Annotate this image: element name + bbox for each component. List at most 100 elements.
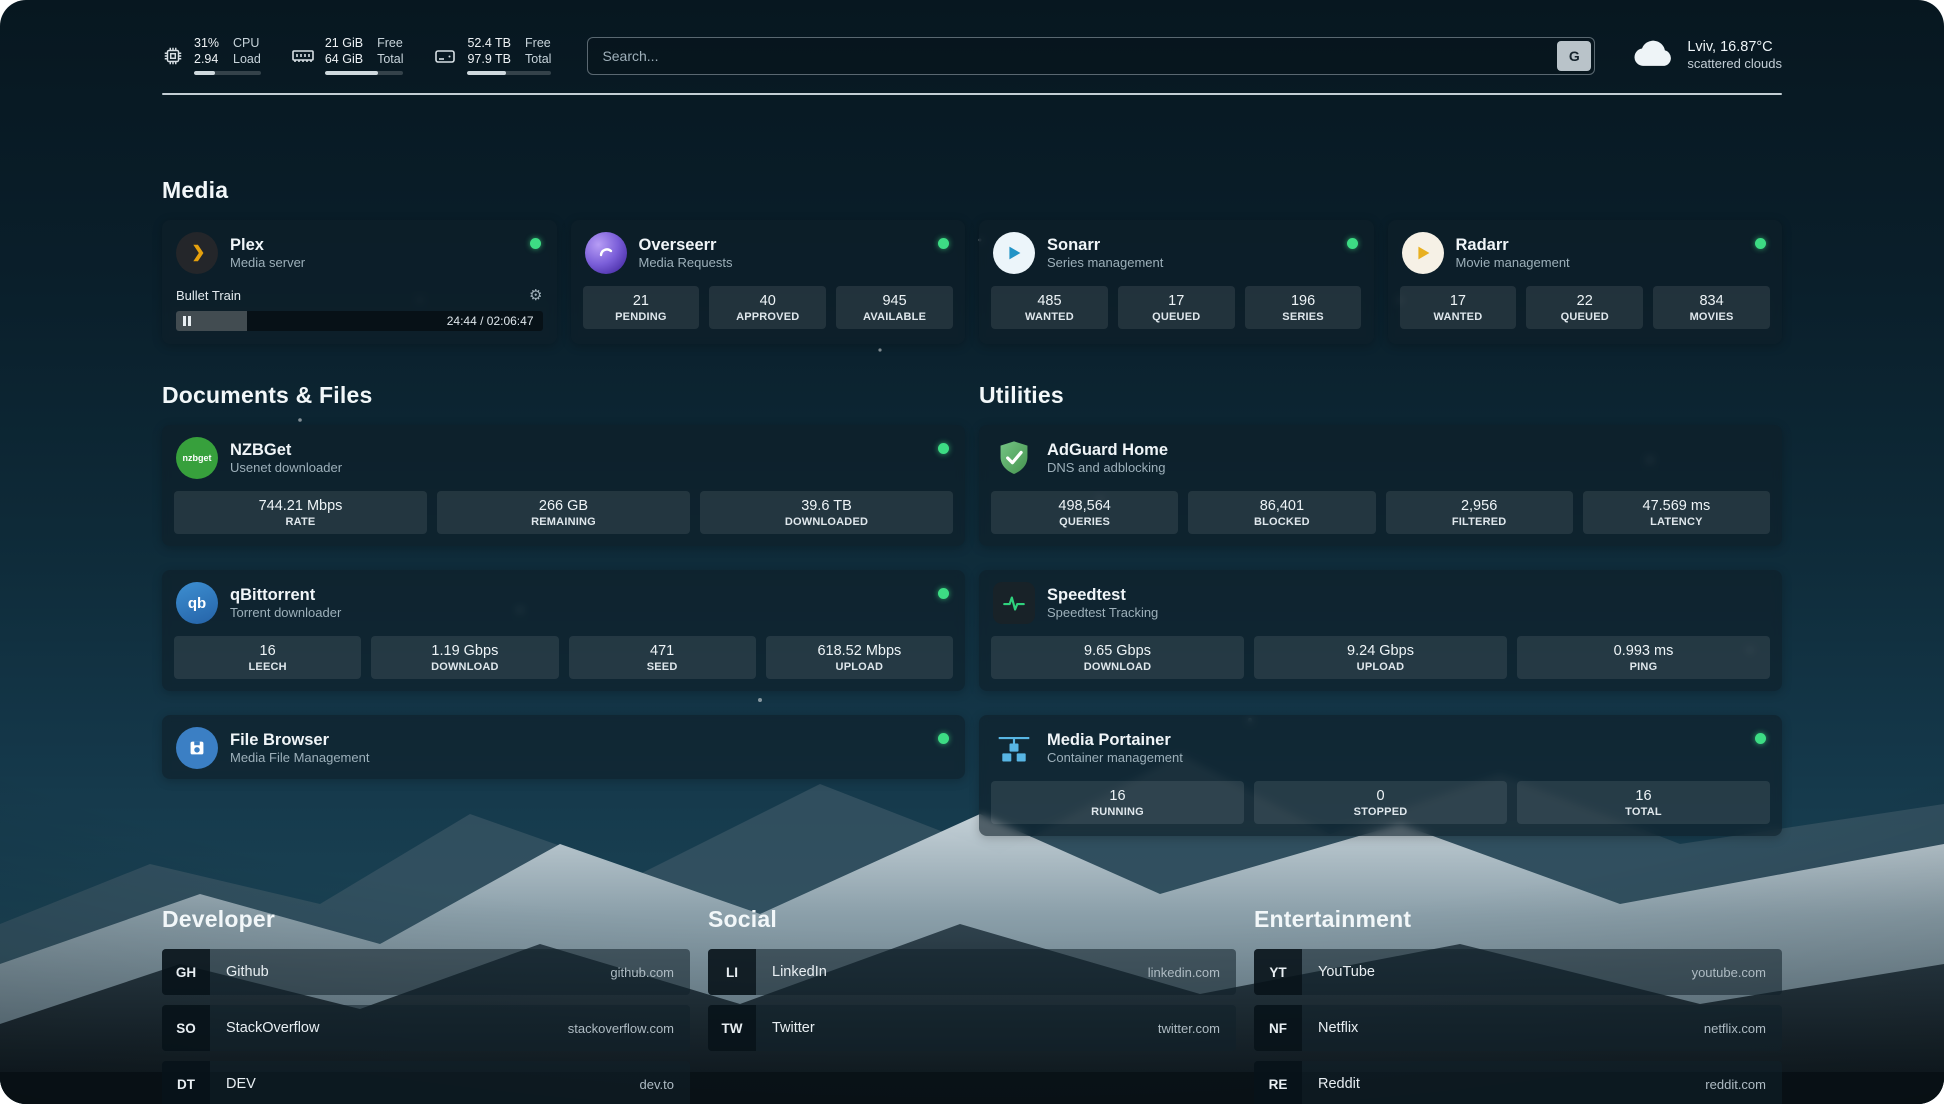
bookmark-dev[interactable]: DT DEV dev.to: [162, 1061, 690, 1104]
cpu-label-1: CPU: [233, 36, 261, 51]
bookmark-url: stackoverflow.com: [568, 1021, 674, 1036]
bookmark-reddit[interactable]: RE Reddit reddit.com: [1254, 1061, 1782, 1104]
stat-ping: 0.993 ms PING: [1517, 636, 1770, 679]
stat-available: 945 AVAILABLE: [836, 286, 953, 329]
section-media: Media Plex Media server: [162, 177, 1782, 344]
stat-downloaded: 39.6 TB DOWNLOADED: [700, 491, 953, 534]
stat-blocked: 86,401 BLOCKED: [1188, 491, 1375, 534]
bookmark-abbr: SO: [162, 1005, 210, 1051]
service-card-nzbget[interactable]: nzbget NZBGet Usenet downloader 744.21 M…: [162, 425, 965, 546]
stat-upload: 618.52 Mbps UPLOAD: [766, 636, 953, 679]
bookmark-name: Twitter: [772, 1020, 815, 1036]
stat-running: 16 RUNNING: [991, 781, 1244, 824]
service-name: Speedtest: [1047, 585, 1158, 606]
portainer-icon: [993, 727, 1035, 769]
service-name: Media Portainer: [1047, 730, 1183, 751]
top-bar: 31% CPU 2.94 Load: [162, 0, 1782, 75]
bookmark-name: LinkedIn: [772, 964, 827, 980]
service-card-filebrowser[interactable]: File Browser Media File Management: [162, 715, 965, 779]
stat-rate: 744.21 Mbps RATE: [174, 491, 427, 534]
stat-queries: 498,564 QUERIES: [991, 491, 1178, 534]
gear-icon[interactable]: ⚙: [529, 286, 542, 304]
bookmark-abbr: YT: [1254, 949, 1302, 995]
bookmark-url: twitter.com: [1158, 1021, 1220, 1036]
overseerr-icon: [585, 232, 627, 274]
service-card-plex[interactable]: Plex Media server Bullet Train ⚙ 24:44 /…: [162, 220, 557, 344]
stat-remaining: 266 GB REMAINING: [437, 491, 690, 534]
stat-upload: 9.24 Gbps UPLOAD: [1254, 636, 1507, 679]
service-subtitle: Media File Management: [230, 750, 369, 766]
cpu-progress-track: [194, 71, 261, 75]
section-title-utilities: Utilities: [979, 382, 1782, 409]
bookmark-group-title: Developer: [162, 906, 690, 933]
bookmark-name: Github: [226, 964, 269, 980]
service-card-speedtest[interactable]: Speedtest Speedtest Tracking 9.65 Gbps D…: [979, 570, 1782, 691]
adguard-icon: [993, 437, 1035, 479]
service-card-overseerr[interactable]: Overseerr Media Requests 21 PENDING 40 A…: [571, 220, 966, 344]
plex-icon: [176, 232, 218, 274]
stat-queued: 22 QUEUED: [1526, 286, 1643, 329]
status-dot-online: [938, 733, 949, 744]
bookmark-group-title: Social: [708, 906, 1236, 933]
memory-widget: 21 GiB Free 64 GiB Total: [291, 36, 404, 75]
bookmark-name: YouTube: [1318, 964, 1375, 980]
search-input[interactable]: [587, 37, 1595, 75]
bookmark-linkedin[interactable]: LI LinkedIn linkedin.com: [708, 949, 1236, 995]
stat-series: 196 SERIES: [1245, 286, 1362, 329]
pause-icon: [183, 316, 191, 326]
memory-free-label: Free: [377, 36, 403, 51]
weather-widget: Lviv, 16.87°C scattered clouds: [1631, 38, 1782, 74]
service-card-radarr[interactable]: Radarr Movie management 17 WANTED 22 QUE…: [1388, 220, 1783, 344]
service-card-portainer[interactable]: Media Portainer Container management 16 …: [979, 715, 1782, 836]
disk-total-label: Total: [525, 52, 551, 67]
service-name: qBittorrent: [230, 585, 341, 606]
disk-progress-fill: [467, 71, 506, 75]
bookmark-url: dev.to: [640, 1077, 674, 1092]
service-card-sonarr[interactable]: Sonarr Series management 485 WANTED 17 Q…: [979, 220, 1374, 344]
bookmark-abbr: RE: [1254, 1061, 1302, 1104]
bookmark-github[interactable]: GH Github github.com: [162, 949, 690, 995]
service-name: Radarr: [1456, 235, 1570, 256]
service-subtitle: Speedtest Tracking: [1047, 605, 1158, 621]
search-provider-button[interactable]: G: [1557, 41, 1591, 71]
status-dot-online: [1755, 733, 1766, 744]
disk-icon: [433, 44, 457, 68]
bookmark-abbr: NF: [1254, 1005, 1302, 1051]
stat-filtered: 2,956 FILTERED: [1386, 491, 1573, 534]
bookmark-youtube[interactable]: YT YouTube youtube.com: [1254, 949, 1782, 995]
memory-free-value: 21 GiB: [325, 36, 363, 51]
bookmark-stackoverflow[interactable]: SO StackOverflow stackoverflow.com: [162, 1005, 690, 1051]
stat-seed: 471 SEED: [569, 636, 756, 679]
status-dot-online: [1755, 238, 1766, 249]
search-bar: G: [587, 37, 1595, 75]
bookmark-netflix[interactable]: NF Netflix netflix.com: [1254, 1005, 1782, 1051]
stat-movies: 834 MOVIES: [1653, 286, 1770, 329]
stat-total: 16 TOTAL: [1517, 781, 1770, 824]
status-dot-online: [530, 238, 541, 249]
bookmark-abbr: TW: [708, 1005, 756, 1051]
now-playing-title: Bullet Train: [176, 288, 241, 303]
service-card-qbittorrent[interactable]: qb qBittorrent Torrent downloader 16: [162, 570, 965, 691]
bookmark-twitter[interactable]: TW Twitter twitter.com: [708, 1005, 1236, 1051]
bookmark-url: reddit.com: [1705, 1077, 1766, 1092]
section-documents: Documents & Files nzbget NZBGet Usenet d…: [162, 382, 965, 779]
disk-total-value: 97.9 TB: [467, 52, 511, 67]
playback-progress-bar[interactable]: 24:44 / 02:06:47: [176, 311, 543, 331]
cpu-load-value: 2.94: [194, 52, 219, 67]
stat-pending: 21 PENDING: [583, 286, 700, 329]
cpu-progress-fill: [194, 71, 215, 75]
memory-total-value: 64 GiB: [325, 52, 363, 67]
dashboard-window: 31% CPU 2.94 Load: [0, 0, 1944, 1104]
stat-download: 1.19 Gbps DOWNLOAD: [371, 636, 558, 679]
bookmark-group-title: Entertainment: [1254, 906, 1782, 933]
status-dot-online: [938, 588, 949, 599]
service-name: File Browser: [230, 730, 369, 751]
section-utilities: Utilities: [979, 382, 1782, 836]
bookmark-name: Netflix: [1318, 1020, 1358, 1036]
disk-widget: 52.4 TB Free 97.9 TB Total: [433, 36, 551, 75]
service-name: AdGuard Home: [1047, 440, 1168, 461]
filebrowser-icon: [176, 727, 218, 769]
status-dot-online: [938, 238, 949, 249]
service-card-adguard[interactable]: AdGuard Home DNS and adblocking 498,564 …: [979, 425, 1782, 546]
memory-total-label: Total: [377, 52, 403, 67]
